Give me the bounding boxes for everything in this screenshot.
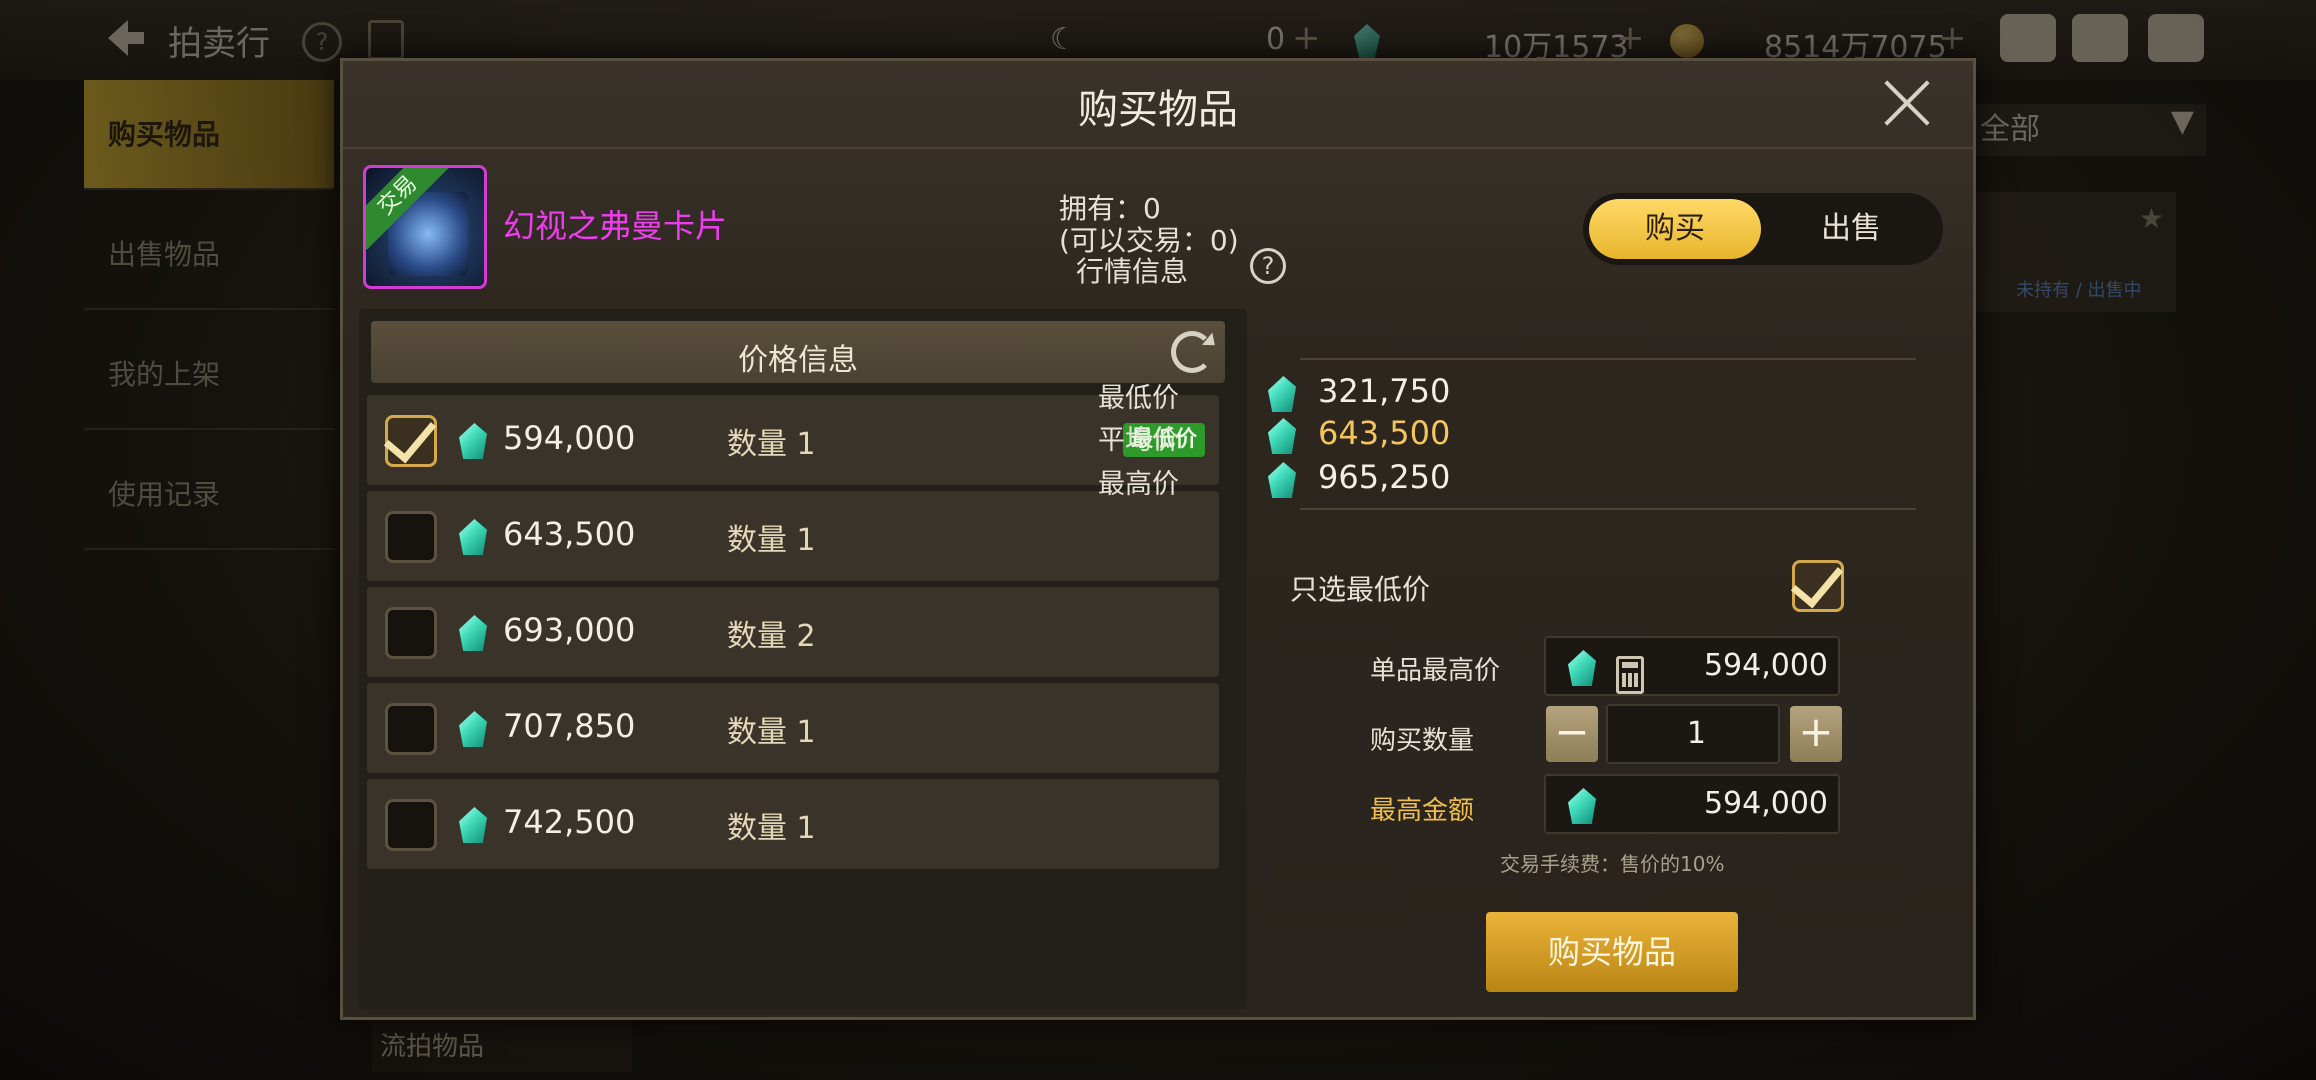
gem-icon (459, 519, 487, 555)
price-row[interactable]: 707,850 数量 1 (367, 683, 1219, 773)
add-gem-button[interactable]: + (1616, 18, 1645, 58)
calculator-icon[interactable] (1616, 656, 1644, 694)
price-list-title: 价格信息 (738, 343, 858, 378)
max-total-value: 594,000 (1703, 786, 1828, 821)
row-price: 693,000 (503, 611, 636, 649)
gem-icon (1568, 788, 1596, 824)
owned-count: 拥有：0 (1059, 192, 1161, 225)
category-filter-label: 全部 (1980, 112, 2040, 147)
row-price: 707,850 (503, 707, 636, 745)
gem-icon (459, 807, 487, 843)
row-checkbox[interactable] (383, 408, 437, 467)
row-checkbox[interactable] (385, 511, 437, 563)
gold-coin-icon (1670, 24, 1704, 58)
mail-icon[interactable] (2072, 14, 2128, 62)
quantity-value: 1 (1686, 716, 1706, 751)
lowest-price-value: 321,750 (1318, 372, 1451, 410)
help-question-icon[interactable]: ? (1250, 248, 1286, 284)
divider (1300, 508, 1916, 510)
average-price-value: 643,500 (1318, 414, 1451, 452)
checkmark-icon (383, 408, 437, 464)
chat-icon[interactable] (2148, 14, 2204, 62)
gem-icon (459, 423, 487, 459)
highest-price-value: 965,250 (1318, 458, 1451, 496)
add-moon-currency-button[interactable]: + (1292, 18, 1321, 58)
checkmark-icon (1790, 553, 1844, 609)
refresh-icon[interactable] (1171, 331, 1213, 373)
buy-item-dialog: 购买物品 交易 幻视之弗曼卡片 拥有：0 (可以交易：0) 购买 出售 价格信息… (340, 58, 1976, 1020)
tab-sell[interactable]: 出售 (1765, 199, 1937, 259)
back-arrow-icon[interactable] (100, 14, 148, 62)
row-quantity: 数量 2 (727, 619, 816, 654)
highest-price-label: 最高价 (1098, 469, 1179, 500)
dialog-header: 购买物品 (343, 61, 1973, 149)
expired-items-tab[interactable]: 流拍物品 (372, 1012, 632, 1072)
dialog-title: 购买物品 (1078, 87, 1238, 133)
average-price-label: 平均价 (1098, 425, 1179, 456)
owned-info: 拥有：0 (可以交易：0) (1059, 193, 1239, 257)
unit-max-price-value: 594,000 (1703, 648, 1828, 683)
add-gold-button[interactable]: + (1938, 18, 1967, 58)
unit-max-price-label: 单品最高价 (1370, 656, 1501, 686)
fee-note: 交易手续费：售价的10% (1500, 852, 1725, 876)
decrease-quantity-button[interactable]: − (1546, 706, 1598, 762)
row-checkbox[interactable] (385, 607, 437, 659)
divider (1300, 358, 1916, 360)
lowest-price-label: 最低价 (1098, 383, 1179, 414)
max-total-field: 594,000 (1544, 774, 1840, 834)
price-row[interactable]: 594,000 数量 1 最低价 (367, 395, 1219, 485)
tab-buy[interactable]: 购买 (1589, 199, 1761, 259)
row-checkbox[interactable] (385, 703, 437, 755)
bag-icon[interactable] (2000, 14, 2056, 62)
price-row[interactable]: 693,000 数量 2 (367, 587, 1219, 677)
max-total-label: 最高金额 (1370, 796, 1475, 826)
row-price: 742,500 (503, 803, 636, 841)
category-filter[interactable]: 全部 ▼ (1976, 104, 2206, 156)
price-list-header: 价格信息 (371, 321, 1225, 383)
chevron-down-icon: ▼ (2170, 104, 2194, 139)
only-lowest-label: 只选最低价 (1290, 573, 1431, 606)
menu-history[interactable]: 使用记录 (84, 440, 334, 550)
auction-house-title: 拍卖行 (168, 24, 270, 64)
menu-buy-items[interactable]: 购买物品 (84, 80, 334, 190)
unit-max-price-field[interactable]: 594,000 (1544, 636, 1840, 696)
gem-icon (459, 615, 487, 651)
menu-my-listings[interactable]: 我的上架 (84, 320, 334, 430)
document-icon[interactable] (368, 20, 404, 60)
increase-quantity-button[interactable]: + (1790, 706, 1842, 762)
moon-currency-icon: ☾ (1050, 22, 1077, 57)
help-icon[interactable]: ? (302, 22, 342, 62)
quantity-label: 购买数量 (1370, 726, 1475, 756)
menu-sell-items[interactable]: 出售物品 (84, 200, 334, 310)
listing-status: 未持有 / 出售中 (2016, 280, 2142, 301)
row-quantity: 数量 1 (727, 427, 816, 462)
moon-currency-value: 0 (1266, 22, 1286, 57)
row-price: 594,000 (503, 419, 636, 457)
market-info-title: 行情信息 (1076, 255, 1189, 288)
buy-item-button[interactable]: 购买物品 (1486, 912, 1738, 992)
price-row[interactable]: 643,500 数量 1 (367, 491, 1219, 581)
star-icon[interactable]: ★ (2139, 202, 2164, 235)
gem-icon (1568, 650, 1596, 686)
row-price: 643,500 (503, 515, 636, 553)
gem-icon (459, 711, 487, 747)
buy-sell-toggle: 购买 出售 (1583, 193, 1943, 265)
item-card-image[interactable]: 交易 (363, 165, 487, 289)
row-quantity: 数量 1 (727, 523, 816, 558)
row-checkbox[interactable] (385, 799, 437, 851)
only-lowest-checkbox[interactable] (1790, 553, 1844, 612)
item-name: 幻视之弗曼卡片 (503, 207, 728, 245)
price-row[interactable]: 742,500 数量 1 (367, 779, 1219, 869)
row-quantity: 数量 1 (727, 715, 816, 750)
close-button[interactable] (1881, 77, 1933, 129)
row-quantity: 数量 1 (727, 811, 816, 846)
quantity-field[interactable]: 1 (1606, 704, 1780, 764)
listing-card[interactable]: ★ 未持有 / 出售中 (1976, 192, 2176, 312)
